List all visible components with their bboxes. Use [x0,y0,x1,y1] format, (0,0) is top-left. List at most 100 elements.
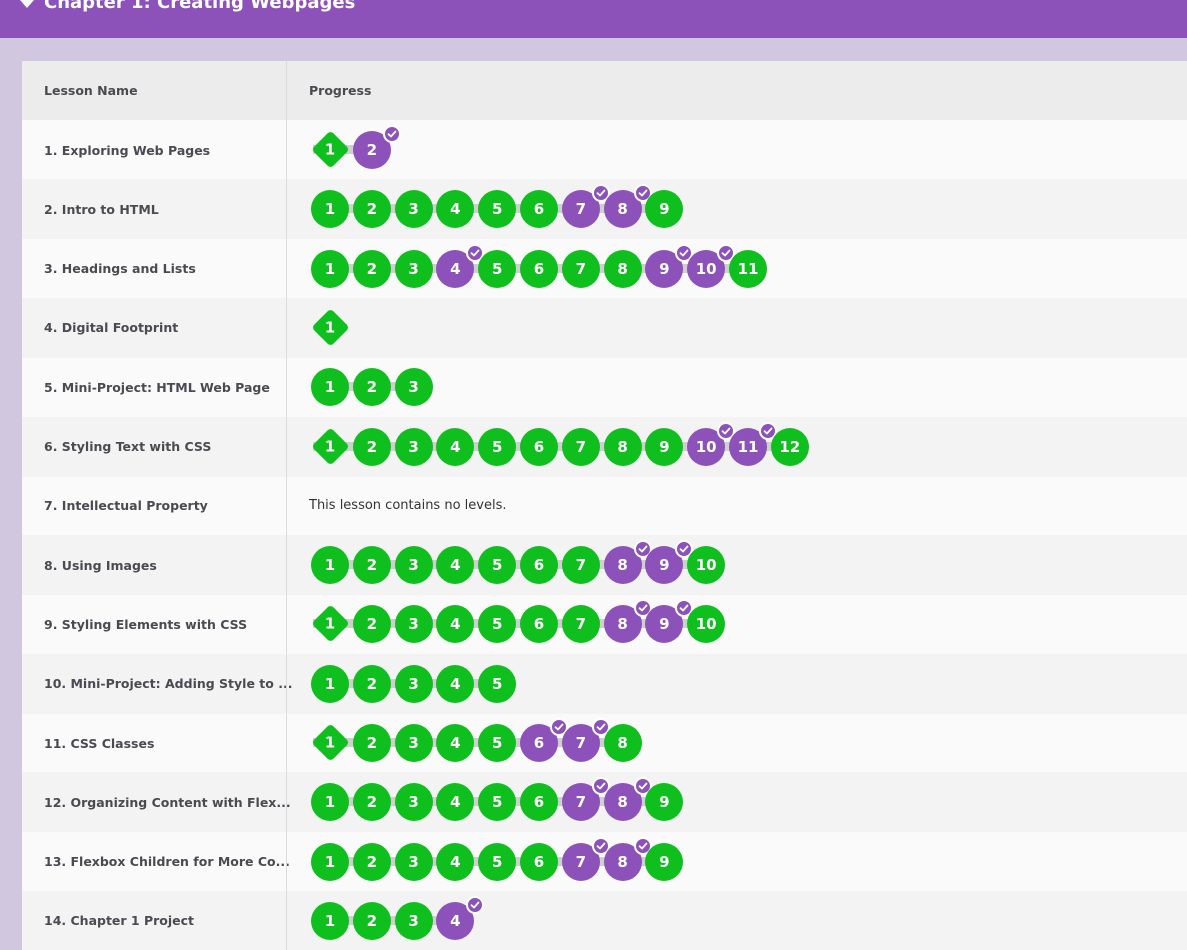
assessment-level-bubble[interactable]: 1 [310,723,350,762]
level-bubble[interactable]: 2 [352,546,391,585]
assessment-level-bubble[interactable]: 1 [310,426,350,466]
level-bubble[interactable]: 3 [394,605,433,644]
lesson-name[interactable]: 12. Organizing Content with Flex... [44,772,291,832]
level-bubble[interactable]: 8 [603,249,642,288]
level-bubble[interactable]: 11 [729,421,777,466]
level-bubble[interactable]: 2 [352,664,391,703]
level-bubble[interactable]: 3 [394,427,433,466]
assessment-level-bubble[interactable]: 1 [310,308,350,347]
level-bubble[interactable]: 1 [311,190,349,229]
assessment-level-bubble[interactable]: 1 [310,130,350,169]
level-bubble[interactable]: 8 [603,836,652,881]
level-bubble[interactable]: 5 [478,783,517,822]
level-bubble[interactable]: 7 [561,777,610,822]
level-bubble[interactable]: 4 [436,842,475,881]
collapse-triangle-icon[interactable] [20,0,34,8]
level-bubble[interactable]: 9 [645,783,684,822]
level-bubble[interactable]: 10 [687,605,726,644]
chapter-header[interactable]: Chapter 1: Creating Webpages [0,0,1187,38]
lesson-name[interactable]: 14. Chapter 1 Project [44,891,194,950]
lesson-name[interactable]: 11. CSS Classes [44,713,154,773]
level-bubble[interactable]: 9 [645,842,684,881]
level-bubble[interactable]: 6 [520,190,558,229]
lesson-name[interactable]: 6. Styling Text with CSS [44,417,211,477]
level-bubble[interactable]: 6 [520,718,568,762]
level-bubble[interactable]: 6 [520,249,558,288]
level-bubble[interactable]: 1 [311,783,349,822]
level-bubble[interactable]: 8 [603,599,652,644]
level-bubble[interactable]: 5 [478,664,517,703]
level-bubble[interactable]: 2 [352,125,401,169]
level-bubble[interactable]: 10 [687,546,726,585]
level-bubble[interactable]: 2 [352,901,391,940]
lesson-name[interactable]: 5. Mini-Project: HTML Web Page [44,357,270,417]
level-bubble[interactable]: 9 [645,540,694,585]
level-bubble[interactable]: 7 [561,605,600,644]
level-bubble[interactable]: 6 [520,783,558,822]
level-bubble[interactable]: 5 [478,724,517,762]
level-bubble[interactable]: 1 [311,901,349,940]
lesson-name[interactable]: 1. Exploring Web Pages [44,120,210,180]
level-bubble[interactable]: 3 [394,368,433,407]
level-bubble[interactable]: 1 [311,842,349,881]
level-bubble[interactable]: 5 [478,842,517,881]
lesson-name[interactable]: 2. Intro to HTML [44,179,159,239]
level-bubble[interactable]: 7 [561,718,610,762]
level-bubble[interactable]: 1 [311,546,349,585]
level-bubble[interactable]: 2 [352,190,391,229]
level-bubble[interactable]: 5 [478,605,517,644]
lesson-name[interactable]: 13. Flexbox Children for More Co... [44,832,290,892]
level-bubble[interactable]: 3 [394,190,433,229]
level-bubble[interactable]: 8 [603,777,652,822]
level-bubble[interactable]: 5 [478,249,517,288]
level-bubble[interactable]: 7 [561,249,600,288]
level-bubble[interactable]: 4 [436,724,475,762]
level-bubble[interactable]: 6 [520,605,558,644]
level-bubble[interactable]: 2 [352,783,391,822]
lesson-name[interactable]: 4. Digital Footprint [44,298,178,358]
level-bubble[interactable]: 5 [478,546,517,585]
lesson-name[interactable]: 10. Mini-Project: Adding Style to ... [44,654,292,714]
level-bubble[interactable]: 4 [436,190,475,229]
level-bubble[interactable]: 7 [561,427,600,466]
level-bubble[interactable]: 8 [603,540,652,585]
level-bubble[interactable]: 5 [478,427,517,466]
level-bubble[interactable]: 12 [770,427,809,466]
level-bubble[interactable]: 4 [436,243,485,288]
level-bubble[interactable]: 9 [645,427,684,466]
level-bubble[interactable]: 7 [561,184,610,229]
level-bubble[interactable]: 11 [729,249,767,288]
level-bubble[interactable]: 6 [520,842,558,881]
level-bubble[interactable]: 6 [520,546,558,585]
level-bubble[interactable]: 3 [394,546,433,585]
level-bubble[interactable]: 3 [394,724,433,762]
level-bubble[interactable]: 9 [645,599,694,644]
level-bubble[interactable]: 8 [603,184,652,229]
level-bubble[interactable]: 4 [436,546,475,585]
level-bubble[interactable]: 2 [352,427,391,466]
level-bubble[interactable]: 8 [603,724,642,762]
level-bubble[interactable]: 5 [478,190,517,229]
level-bubble[interactable]: 9 [645,243,694,288]
level-bubble[interactable]: 3 [394,842,433,881]
level-bubble[interactable]: 3 [394,901,433,940]
level-bubble[interactable]: 4 [436,427,475,466]
lesson-name[interactable]: 7. Intellectual Property [44,476,208,536]
level-bubble[interactable]: 3 [394,783,433,822]
level-bubble[interactable]: 7 [561,836,610,881]
level-bubble[interactable]: 2 [352,842,391,881]
level-bubble[interactable]: 4 [436,783,475,822]
level-bubble[interactable]: 4 [436,895,485,940]
level-bubble[interactable]: 10 [687,243,736,288]
lesson-name[interactable]: 9. Styling Elements with CSS [44,594,247,654]
level-bubble[interactable]: 1 [311,368,349,407]
lesson-name[interactable]: 8. Using Images [44,535,157,595]
level-bubble[interactable]: 1 [311,664,349,703]
level-bubble[interactable]: 2 [352,368,391,407]
level-bubble[interactable]: 4 [436,605,475,644]
lesson-name[interactable]: 3. Headings and Lists [44,239,196,299]
assessment-level-bubble[interactable]: 1 [310,604,350,643]
level-bubble[interactable]: 9 [645,190,684,229]
level-bubble[interactable]: 2 [352,605,391,644]
level-bubble[interactable]: 1 [311,249,349,288]
